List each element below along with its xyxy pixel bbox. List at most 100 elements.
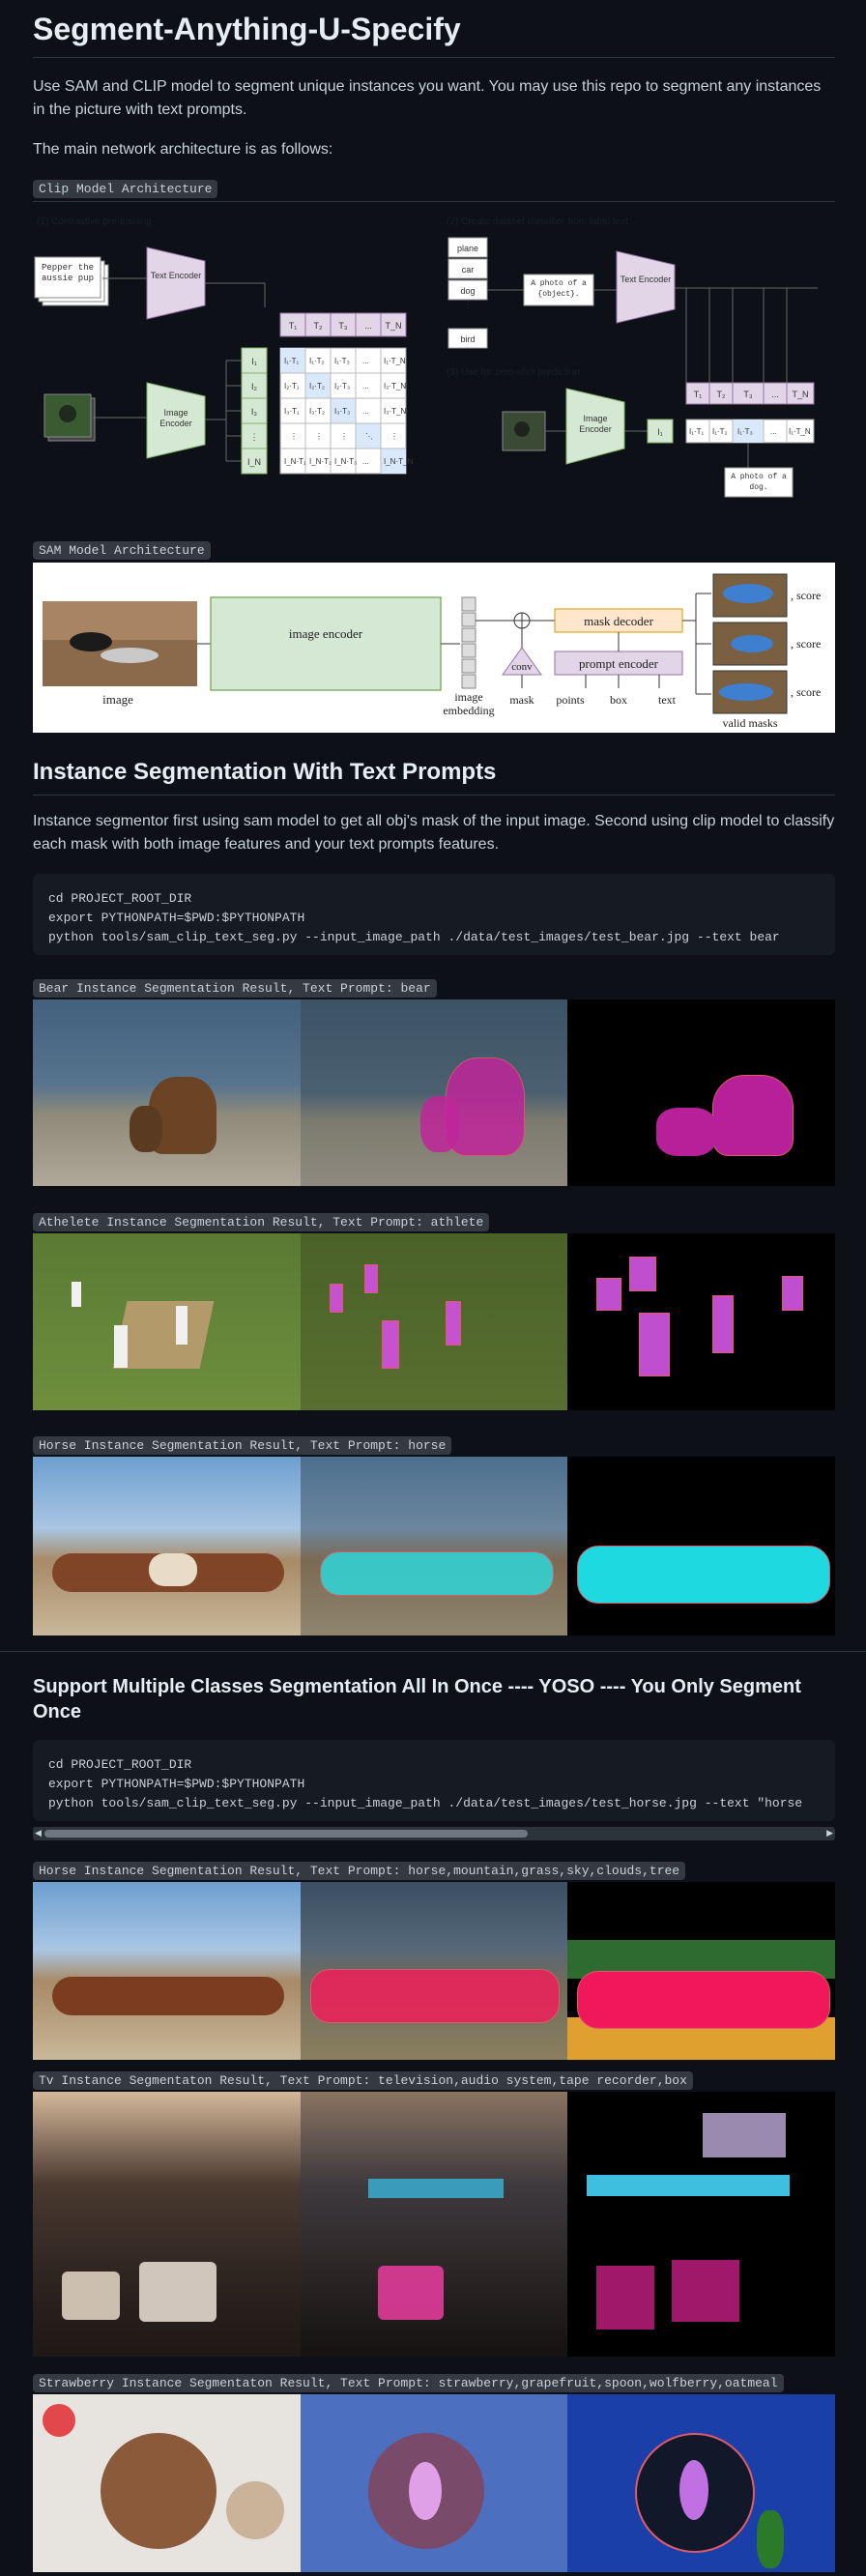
section1-title: Instance Segmentation With Text Prompts	[33, 759, 497, 785]
section1-text: Instance segmentor first using sam model…	[33, 813, 835, 853]
svg-text:I₃·T₂: I₃·T₂	[309, 407, 325, 416]
t-label: T₂	[314, 321, 323, 331]
svg-text:I_N·T₂: I_N·T₂	[309, 457, 332, 466]
clip-caption: Clip Model Architecture	[33, 180, 218, 198]
sam-image-label: image	[102, 692, 133, 707]
prompt-template: A photo of a {object}.	[531, 279, 587, 299]
horse-multi-overlay-image	[301, 1882, 567, 2060]
valid-mask-thumbnails	[712, 573, 788, 714]
clip-caption-wrap: Clip Model Architecture	[33, 180, 218, 198]
bear-original-image	[33, 999, 301, 1186]
code-scrollbar[interactable]: ◀ ▶	[33, 1827, 835, 1840]
t-label: T₁	[289, 321, 298, 331]
intro-paragraph: Use SAM and CLIP model to segment unique…	[33, 78, 822, 118]
svg-text:I₂·T₃: I₂·T₃	[334, 382, 350, 391]
result-caption: Strawberry Instance Segmentaton Result, …	[33, 2374, 784, 2392]
svg-text:T₂: T₂	[717, 390, 726, 399]
section2-title: Support Multiple Classes Segmentation Al…	[33, 1676, 801, 1722]
result-caption: Horse Instance Segmentation Result, Text…	[33, 1436, 452, 1455]
score-label: , score	[791, 637, 821, 651]
conv-label: conv	[511, 661, 533, 673]
points-label: points	[556, 693, 585, 707]
t-label-row: T₁ T₂ T₃ ... T_N	[279, 312, 407, 337]
label-list: plane car dog ⋮ bird	[447, 237, 488, 349]
clip-architecture-figure: (1) Contrastive pre-training (2) Create …	[34, 217, 818, 498]
tv-result-strip	[33, 2092, 835, 2357]
athlete-overlay-image	[301, 1233, 567, 1410]
clip-heading-left: (1) Contrastive pre-training	[37, 217, 152, 227]
image-encoder-text: image encoder	[288, 626, 363, 641]
strawberry-original-image	[33, 2394, 301, 2572]
svg-text:⋮: ⋮	[340, 432, 348, 441]
svg-text:I₁: I₁	[251, 357, 257, 366]
valid-masks-label: valid masks	[723, 716, 778, 730]
scroll-left-icon[interactable]: ◀	[35, 1828, 42, 1838]
bear-overlay-image	[301, 999, 567, 1186]
sam-caption: SAM Model Architecture	[33, 541, 211, 560]
svg-text:I₁·T₁: I₁·T₁	[284, 357, 299, 365]
mask-decoder-label: mask decoder	[584, 614, 654, 628]
svg-text:I₁·T₂: I₁·T₂	[309, 357, 325, 365]
prompt-encoder-label: prompt encoder	[579, 656, 659, 671]
horse-multi-result-strip	[33, 1882, 835, 2060]
divider	[33, 795, 835, 796]
scroll-right-icon[interactable]: ▶	[826, 1828, 833, 1838]
svg-text:I₁: I₁	[657, 427, 663, 437]
strawberry-result-strip	[33, 2394, 835, 2572]
strawberry-overlay-image	[301, 2394, 567, 2572]
readme-page: Segment-Anything-U-Specify Use SAM and C…	[0, 0, 866, 2576]
similarity-matrix: I₁·T₁ I₁·T₂ I₁·T₃... I₁·T_N I₂·T₁ I₂·T₂ I₂·T₃…	[279, 347, 413, 475]
score-label: , score	[791, 685, 821, 699]
svg-text:T₁: T₁	[694, 390, 703, 399]
text-encoder-2-label: Text Encoder	[620, 275, 672, 284]
scrollbar-thumb[interactable]	[44, 1830, 528, 1838]
image-embedding-stack	[461, 596, 476, 689]
svg-text:I₁·T₃: I₁·T₃	[334, 357, 350, 365]
result-caption: Bear Instance Segmentation Result, Text …	[33, 979, 437, 998]
class-label: plane	[457, 244, 478, 253]
horse-overlay-image	[301, 1457, 567, 1635]
svg-text:⋮: ⋮	[250, 432, 259, 442]
tv-overlay-image	[301, 2092, 567, 2357]
svg-text:T_N: T_N	[792, 390, 808, 399]
svg-text:I₃·T_N: I₃·T_N	[384, 407, 406, 416]
svg-text:I₁·T_N: I₁·T_N	[384, 357, 406, 365]
svg-text:...: ...	[771, 390, 779, 399]
svg-text:I₂·T_N: I₂·T_N	[384, 382, 406, 391]
svg-text:I₃·T₁: I₃·T₁	[284, 407, 300, 416]
horse-result-strip	[33, 1457, 835, 1635]
score-label: , score	[791, 589, 821, 602]
code-line: cd PROJECT_ROOT_DIR	[48, 1757, 192, 1772]
horse-multi-original-image	[33, 1882, 301, 2060]
divider	[33, 201, 835, 202]
i-label-column: I₁ I₂ I₃ ⋮ I_N	[241, 347, 268, 475]
svg-text:⋮: ⋮	[464, 300, 473, 309]
svg-text:I_N·T₁: I_N·T₁	[284, 457, 306, 466]
athlete-result-strip	[33, 1233, 835, 1410]
svg-text:⋱: ⋱	[365, 432, 373, 441]
svg-text:I₁·T₁: I₁·T₁	[689, 427, 704, 436]
svg-text:⋮: ⋮	[290, 432, 298, 441]
code-block-2[interactable]: cd PROJECT_ROOT_DIR export PYTHONPATH=$PW…	[33, 1740, 835, 1821]
image-encoder-2-label: Image Encoder	[579, 414, 612, 434]
horse-original-image	[33, 1457, 301, 1635]
architecture-intro: The main network architecture is as foll…	[33, 141, 333, 158]
page-title: Segment-Anything-U-Specify	[33, 12, 835, 58]
t-label: ...	[364, 321, 372, 331]
class-label: car	[462, 265, 475, 275]
athlete-mask-image	[567, 1233, 835, 1410]
class-label: bird	[460, 334, 475, 344]
code-block-1[interactable]: cd PROJECT_ROOT_DIRexport PYTHONPATH=$PW…	[33, 874, 835, 955]
zero-shot-row: I₁·T₁ I₁·T₂ I₁·T₃... I₁·T_N	[685, 419, 815, 444]
code-line: cd PROJECT_ROOT_DIR	[48, 891, 192, 906]
svg-text:...: ...	[362, 357, 369, 365]
class-label: dog	[460, 286, 475, 296]
svg-text:⋮: ⋮	[315, 432, 323, 441]
code-line: export PYTHONPATH=$PWD:$PYTHONPATH	[48, 911, 305, 925]
separator	[0, 1651, 866, 1652]
bear-result-strip	[33, 999, 835, 1186]
horse-multi-mask-image	[567, 1882, 835, 2060]
tv-original-image	[33, 2092, 301, 2357]
result-caption: Athelete Instance Segmentation Result, T…	[33, 1213, 490, 1231]
text-prompt-label: text	[658, 693, 677, 707]
